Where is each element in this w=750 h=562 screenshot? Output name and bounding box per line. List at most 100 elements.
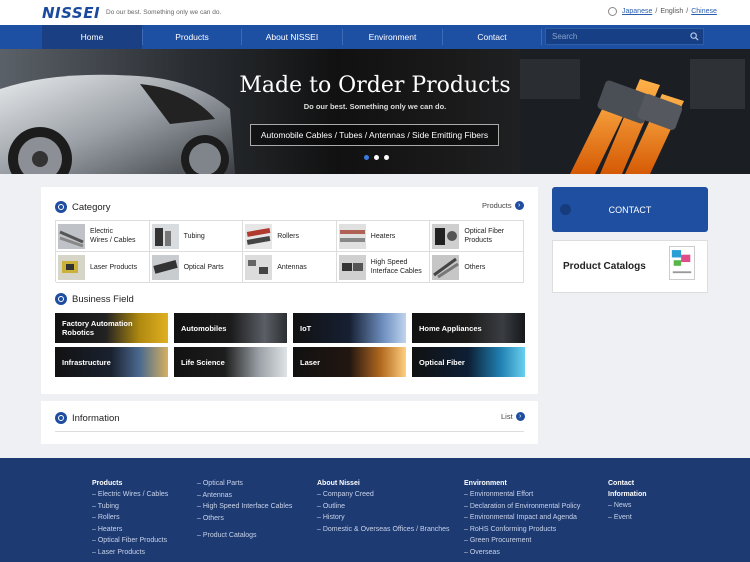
footer-link[interactable]: – Environmental Impact and Agenda bbox=[464, 514, 580, 521]
category-antennas[interactable]: Antennas bbox=[243, 252, 337, 283]
hero-title: Made to Order Products bbox=[239, 73, 511, 98]
footer-heading[interactable]: Contact bbox=[608, 480, 647, 487]
business-life-science[interactable]: Life Science bbox=[174, 347, 287, 377]
wires-thumbnail bbox=[58, 223, 85, 249]
footer-products: Products – Electric Wires / Cables – Tub… bbox=[92, 480, 168, 561]
footer-link[interactable]: – RoHS Conforming Products bbox=[464, 526, 580, 533]
search-input[interactable]: Search bbox=[545, 28, 704, 45]
hero-tags-button[interactable]: Automobile Cables / Tubes / Antennas / S… bbox=[250, 124, 499, 146]
hero-subtitle: Do our best. Something only we can do. bbox=[303, 102, 447, 111]
products-link-label: Products bbox=[482, 201, 512, 210]
product-catalogs-banner[interactable]: Product Catalogs bbox=[552, 240, 708, 293]
business-label: Factory Automation Robotics bbox=[62, 319, 133, 337]
nav-home[interactable]: Home bbox=[42, 25, 142, 49]
footer-link[interactable]: – Laser Products bbox=[92, 549, 168, 556]
footer-environment: Environment – Environmental Effort – Dec… bbox=[464, 480, 580, 561]
footer-link[interactable]: – Optical Fiber Products bbox=[92, 537, 168, 544]
category-heading: Category bbox=[55, 201, 111, 213]
optical-fiber-thumbnail bbox=[432, 223, 460, 249]
business-automobiles[interactable]: Automobiles bbox=[174, 313, 287, 343]
nav-products[interactable]: Products bbox=[143, 25, 241, 49]
category-label: Rollers bbox=[277, 232, 299, 240]
footer-link[interactable]: – Tubing bbox=[92, 503, 168, 510]
tubing-thumbnail bbox=[151, 223, 179, 249]
business-heading: Business Field bbox=[55, 293, 134, 305]
footer-heading[interactable]: About Nissei bbox=[317, 480, 450, 487]
nav-about[interactable]: About NISSEI bbox=[242, 25, 342, 49]
footer-link[interactable]: – Electric Wires / Cables bbox=[92, 491, 168, 498]
carousel-dot[interactable] bbox=[374, 155, 379, 160]
category-electric-wires[interactable]: Electric Wires / Cables bbox=[56, 221, 150, 252]
main-panel: Category Products › Electric Wires / Cabl… bbox=[41, 187, 538, 394]
lang-english[interactable]: English bbox=[660, 8, 683, 15]
others-thumbnail bbox=[432, 254, 460, 280]
footer-heading[interactable]: Environment bbox=[464, 480, 580, 487]
footer-link[interactable]: – Overseas bbox=[464, 549, 580, 556]
footer-heading[interactable]: Products bbox=[92, 480, 168, 487]
carousel-dot[interactable] bbox=[384, 155, 389, 160]
footer-link[interactable]: – Rollers bbox=[92, 514, 168, 521]
chevron-right-icon: › bbox=[514, 201, 524, 210]
category-optical-fiber[interactable]: Optical Fiber Products bbox=[430, 221, 524, 252]
category-label: High Speed Interface Cables bbox=[370, 259, 422, 275]
search-icon[interactable] bbox=[690, 32, 699, 41]
nissei-logo[interactable]: NISSEI bbox=[42, 4, 100, 22]
business-iot[interactable]: IoT bbox=[293, 313, 406, 343]
business-grid: Factory Automation Robotics Automobiles I… bbox=[55, 313, 525, 377]
footer-link[interactable]: – Heaters bbox=[92, 526, 168, 533]
lang-chinese[interactable]: Chinese bbox=[691, 8, 717, 15]
information-list-link[interactable]: List › bbox=[501, 412, 525, 421]
category-optical-parts[interactable]: Optical Parts bbox=[149, 252, 244, 283]
lang-japanese[interactable]: Japanese bbox=[622, 8, 652, 15]
optical-parts-thumbnail bbox=[151, 254, 179, 280]
category-label: Tubing bbox=[183, 232, 205, 240]
footer-link[interactable]: – Antennas bbox=[197, 492, 292, 499]
footer-link[interactable]: – Company Creed bbox=[317, 491, 450, 498]
search-icon bbox=[55, 293, 67, 305]
footer-link[interactable]: – Event bbox=[608, 514, 647, 521]
business-label: Infrastructure bbox=[62, 357, 111, 367]
business-optical-fiber[interactable]: Optical Fiber bbox=[412, 347, 525, 377]
footer-heading[interactable]: Information bbox=[608, 491, 647, 498]
footer-link[interactable]: – Green Procurement bbox=[464, 537, 580, 544]
category-label: Others bbox=[464, 263, 486, 271]
business-home-appliances[interactable]: Home Appliances bbox=[412, 313, 525, 343]
footer-link[interactable]: – High Speed Interface Cables bbox=[197, 503, 292, 510]
products-link[interactable]: Products › bbox=[482, 201, 524, 210]
heaters-thumbnail bbox=[338, 223, 366, 249]
category-others[interactable]: Others bbox=[430, 252, 524, 283]
nav-contact[interactable]: Contact bbox=[443, 25, 541, 49]
footer-link[interactable]: – News bbox=[608, 502, 647, 509]
chevron-right-icon: › bbox=[515, 412, 525, 421]
footer-link[interactable]: – Optical Parts bbox=[197, 480, 292, 487]
footer-link[interactable]: – Product Catalogs bbox=[197, 532, 292, 539]
lang-separator: / bbox=[686, 8, 689, 15]
footer-link[interactable]: – Domestic & Overseas Offices / Branches bbox=[317, 526, 450, 533]
category-laser-products[interactable]: Laser Products bbox=[56, 252, 150, 283]
footer-link[interactable]: – Outline bbox=[317, 503, 450, 510]
category-label: Laser Products bbox=[90, 263, 138, 271]
top-bar: NISSEI Do our best. Something only we ca… bbox=[0, 0, 750, 25]
search-icon bbox=[55, 201, 67, 213]
category-tubing[interactable]: Tubing bbox=[149, 221, 244, 252]
business-factory-automation[interactable]: Factory Automation Robotics bbox=[55, 313, 168, 343]
catalog-book-image bbox=[669, 246, 695, 280]
contact-button[interactable]: CONTACT bbox=[552, 187, 708, 232]
footer-link[interactable]: – Environmental Effort bbox=[464, 491, 580, 498]
category-label: Electric Wires / Cables bbox=[90, 228, 136, 244]
category-label: Optical Fiber Products bbox=[464, 228, 505, 244]
business-laser[interactable]: Laser bbox=[293, 347, 406, 377]
nav-environment[interactable]: Environment bbox=[343, 25, 442, 49]
information-heading: Information bbox=[55, 412, 120, 424]
business-label: Automobiles bbox=[181, 323, 227, 333]
footer-products-more: – Optical Parts – Antennas – High Speed … bbox=[197, 480, 292, 543]
footer-link[interactable]: – Declaration of Environmental Policy bbox=[464, 503, 580, 510]
business-infrastructure[interactable]: Infrastructure bbox=[55, 347, 168, 377]
category-high-speed-cables[interactable]: High Speed Interface Cables bbox=[336, 252, 431, 283]
footer-link[interactable]: – Others bbox=[197, 515, 292, 522]
laser-thumbnail bbox=[58, 254, 85, 280]
category-rollers[interactable]: Rollers bbox=[243, 221, 337, 252]
category-heaters[interactable]: Heaters bbox=[336, 221, 431, 252]
footer-link[interactable]: – History bbox=[317, 514, 450, 521]
carousel-dot[interactable] bbox=[364, 155, 369, 160]
